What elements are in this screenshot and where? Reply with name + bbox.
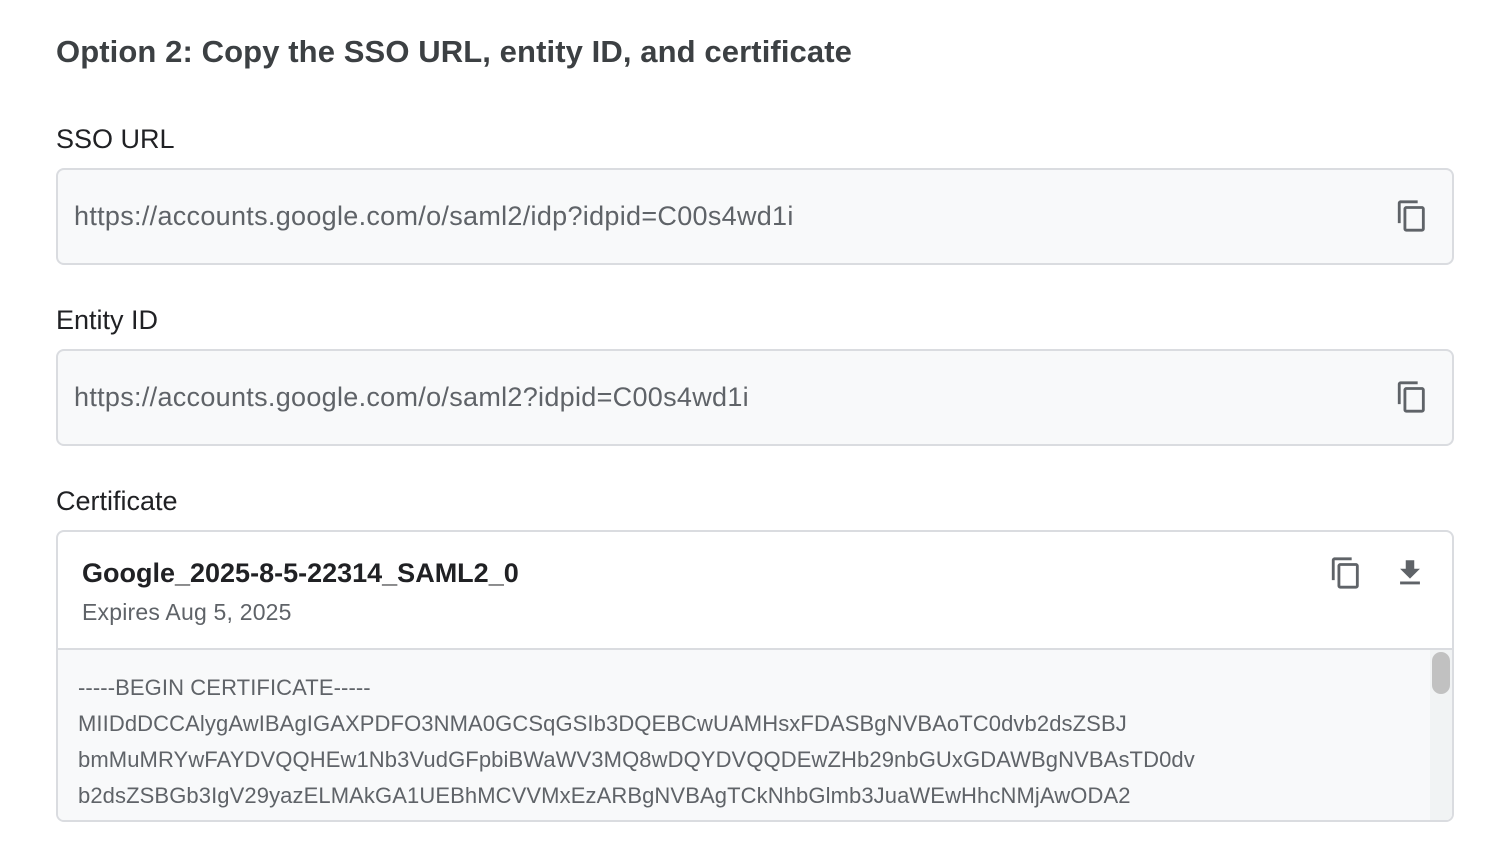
certificate-line: b2dsZSBGb3IgV29yazELMAkGA1UEBhMCVVMxEzAR… <box>78 783 1131 808</box>
certificate-card: Google_2025-8-5-22314_SAML2_0 Expires Au… <box>56 530 1454 822</box>
entity-id-copy-button[interactable] <box>1388 373 1436 421</box>
certificate-download-button[interactable] <box>1386 549 1434 597</box>
certificate-scrollbar-thumb[interactable] <box>1432 652 1450 694</box>
saml-idp-details-page: Option 2: Copy the SSO URL, entity ID, a… <box>0 0 1506 846</box>
certificate-line: bmMuMRYwFAYDVQQHEw1Nb3VudGFpbiBWaWV3MQ8w… <box>78 747 1195 772</box>
copy-icon <box>1397 200 1425 232</box>
entity-id-label: Entity ID <box>56 305 159 335</box>
certificate-header: Google_2025-8-5-22314_SAML2_0 Expires Au… <box>58 532 1452 650</box>
copy-icon <box>1397 381 1425 413</box>
sso-url-input[interactable] <box>74 170 1334 263</box>
certificate-line: MIIDdDCCAlygAwIBAgIGAXPDFO3NMA0GCSqGSIb3… <box>78 711 1127 736</box>
certificate-text: -----BEGIN CERTIFICATE----- MIIDdDCCAlyg… <box>78 670 1408 814</box>
entity-id-input[interactable] <box>74 351 1334 444</box>
certificate-text-area[interactable]: -----BEGIN CERTIFICATE----- MIIDdDCCAlyg… <box>58 650 1452 820</box>
sso-url-label: SSO URL <box>56 124 175 154</box>
sso-url-copy-button[interactable] <box>1388 192 1436 240</box>
download-icon <box>1400 560 1420 585</box>
copy-icon <box>1331 557 1359 589</box>
certificate-expiry: Expires Aug 5, 2025 <box>82 599 292 625</box>
certificate-copy-button[interactable] <box>1322 549 1370 597</box>
certificate-scrollbar[interactable] <box>1430 650 1452 820</box>
sso-url-field <box>56 168 1454 265</box>
certificate-line: -----BEGIN CERTIFICATE----- <box>78 675 371 700</box>
certificate-label: Certificate <box>56 486 178 516</box>
entity-id-field <box>56 349 1454 446</box>
certificate-name: Google_2025-8-5-22314_SAML2_0 <box>82 558 519 588</box>
section-title: Option 2: Copy the SSO URL, entity ID, a… <box>56 34 852 69</box>
